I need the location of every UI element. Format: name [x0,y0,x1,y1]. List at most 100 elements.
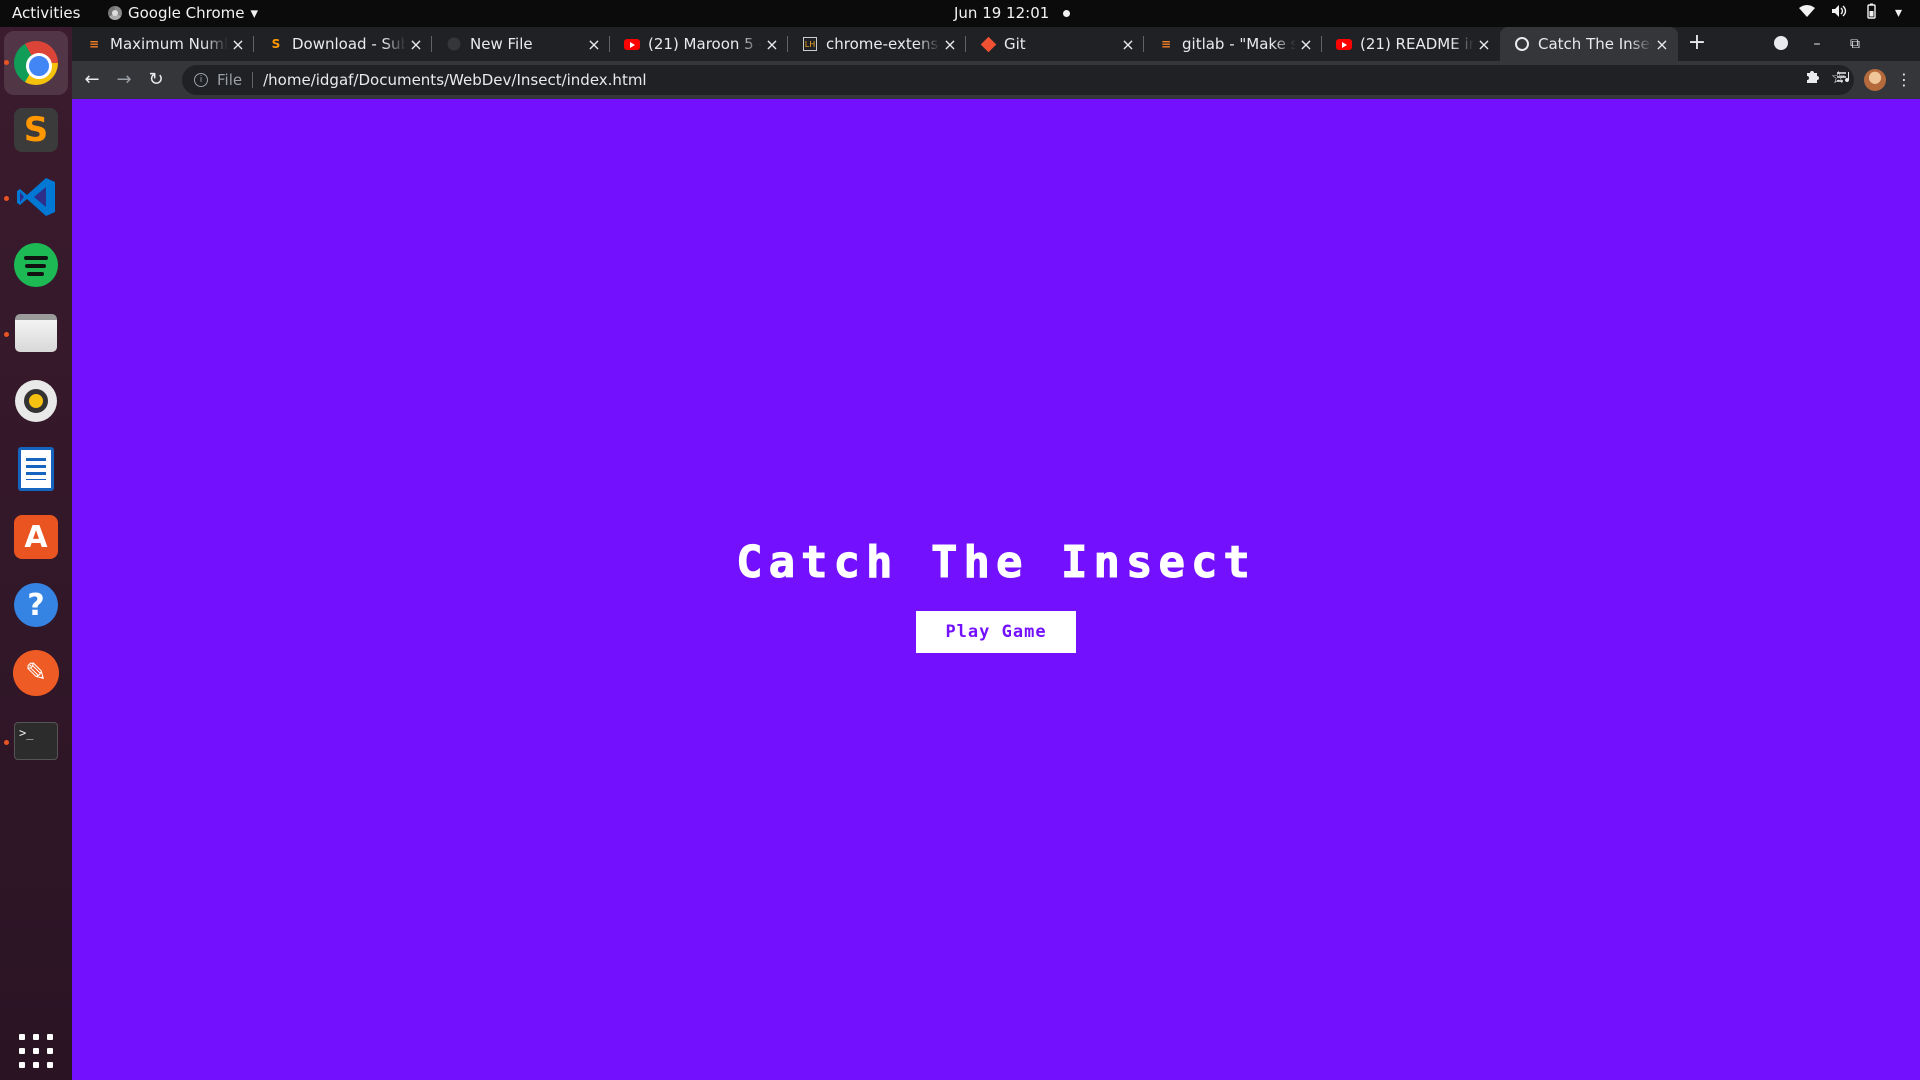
close-tab-icon[interactable]: × [1118,35,1138,54]
minimize-button[interactable]: – [1802,31,1832,57]
dock-item-chrome[interactable] [4,31,68,95]
github-icon [446,36,462,52]
dock-item-spotify[interactable] [12,241,60,289]
sublime-icon: S [271,37,281,51]
game-title: Catch The Insect [736,537,1256,589]
chrome-menu-button[interactable]: ⋮ [1890,66,1918,94]
power-menu-icon: ▾ [1894,5,1902,21]
tab-maximum-number[interactable]: ≡ Maximum Numb × [72,27,254,61]
writer-icon [18,447,54,491]
vscode-icon [17,178,55,216]
url-text[interactable]: /home/idgaf/Documents/WebDev/Insect/inde… [263,71,647,89]
media-controls-button[interactable] [1830,66,1858,94]
plus-icon: + [1687,30,1707,55]
clock-label: Jun 19 12:01 [954,4,1050,22]
stackoverflow-icon: ≡ [1160,37,1172,51]
globe-icon [1515,37,1529,51]
back-button[interactable]: ← [78,66,106,94]
browser-toolbar: ← → ↻ i File /home/idgaf/Documents/WebDe… [72,61,1920,99]
close-tab-icon[interactable]: × [406,35,426,54]
tab-search-button[interactable] [1768,31,1794,57]
tab-strip: ≡ Maximum Numb × S Download - Subl × New… [72,27,1920,61]
page-content: Catch The Insect Play Game [72,99,1920,1080]
running-indicator [4,60,9,65]
tab-title: chrome-extensio [826,35,940,53]
running-indicator [4,196,9,201]
spotify-icon [14,243,58,287]
tab-readme[interactable]: (21) README im × [1322,27,1500,61]
tab-search-icon [1774,36,1788,50]
app-menu-label: Google Chrome [128,4,245,22]
help-icon: ? [14,583,58,627]
sublime-text-icon: S [14,108,58,152]
tab-gitlab[interactable]: ≡ gitlab - "Make su × [1144,27,1322,61]
close-tab-icon[interactable]: × [762,35,782,54]
clock[interactable]: Jun 19 12:01 [954,4,1071,22]
dock-item-postman[interactable]: ✎ [12,649,60,697]
forward-button[interactable]: → [110,66,138,94]
extensions-button[interactable] [1798,66,1826,94]
dock-item-terminal[interactable]: >_ [12,717,60,765]
git-icon [980,36,996,52]
puzzle-icon [1807,71,1819,83]
tab-chrome-extension[interactable]: LH chrome-extensio × [788,27,966,61]
kebab-menu-icon: ⋮ [1896,70,1912,89]
new-tab-button[interactable]: + [1684,31,1710,57]
profile-avatar[interactable] [1864,69,1886,91]
info-icon[interactable]: i [194,73,208,87]
lighthouse-icon: LH [803,37,817,51]
system-tray[interactable]: ▾ [1798,3,1902,23]
dock-item-vscode[interactable] [12,173,60,221]
dock-item-sublime-text[interactable]: S [12,106,60,154]
close-tab-icon[interactable]: × [584,35,604,54]
tab-title: Download - Subl [292,35,406,53]
restore-icon: ⧉ [1850,36,1860,52]
youtube-icon [624,38,640,50]
rhythmbox-icon [15,380,57,422]
close-tab-icon[interactable]: × [1652,35,1672,54]
tab-catch-the-insect[interactable]: Catch The Insect × [1500,27,1678,61]
tab-title: New File [470,35,533,53]
arrow-right-icon: → [116,69,132,90]
dock-item-writer[interactable] [12,445,60,493]
show-applications-icon [19,1034,53,1068]
tab-title: (21) Maroon 5 - L [648,35,762,53]
close-tab-icon[interactable]: × [940,35,960,54]
notification-dot [1063,9,1071,17]
terminal-icon: >_ [14,722,58,760]
dock: S A ? ✎ >_ [0,27,72,1080]
tab-git[interactable]: Git × [966,27,1144,61]
dock-item-software[interactable]: A [12,513,60,561]
scheme-chip: File [217,71,243,89]
battery-icon [1863,3,1879,23]
app-menu[interactable]: Google Chrome ▾ [108,4,258,22]
play-game-button[interactable]: Play Game [916,611,1076,653]
restore-button[interactable]: ⧉ [1840,31,1870,57]
reload-button[interactable]: ↻ [142,66,170,94]
dock-item-help[interactable]: ? [12,581,60,629]
chrome-icon [14,41,58,85]
running-indicator [4,740,9,745]
running-indicator [4,332,9,337]
chrome-small-icon [108,6,122,20]
reload-icon: ↻ [148,69,164,90]
dock-item-rhythmbox[interactable] [12,377,60,425]
close-tab-icon[interactable]: × [228,35,248,54]
close-tab-icon[interactable]: × [1474,35,1494,54]
dock-item-files[interactable] [12,309,60,357]
tab-title: Git [1004,35,1026,53]
software-store-icon: A [14,515,58,559]
tab-title: Maximum Numb [110,35,228,53]
files-icon [15,314,57,352]
tab-maroon-5[interactable]: (21) Maroon 5 - L × [610,27,788,61]
address-bar[interactable]: i File /home/idgaf/Documents/WebDev/Inse… [182,65,1854,95]
arrow-left-icon: ← [84,69,100,90]
tab-new-file[interactable]: New File × [432,27,610,61]
close-tab-icon[interactable]: × [1296,35,1316,54]
activities-button[interactable]: Activities [12,4,80,22]
tab-download-sublime[interactable]: S Download - Subl × [254,27,432,61]
minimize-icon: – [1813,36,1821,52]
volume-icon [1831,4,1847,22]
show-applications-button[interactable] [12,1027,60,1075]
youtube-icon [1336,38,1352,50]
